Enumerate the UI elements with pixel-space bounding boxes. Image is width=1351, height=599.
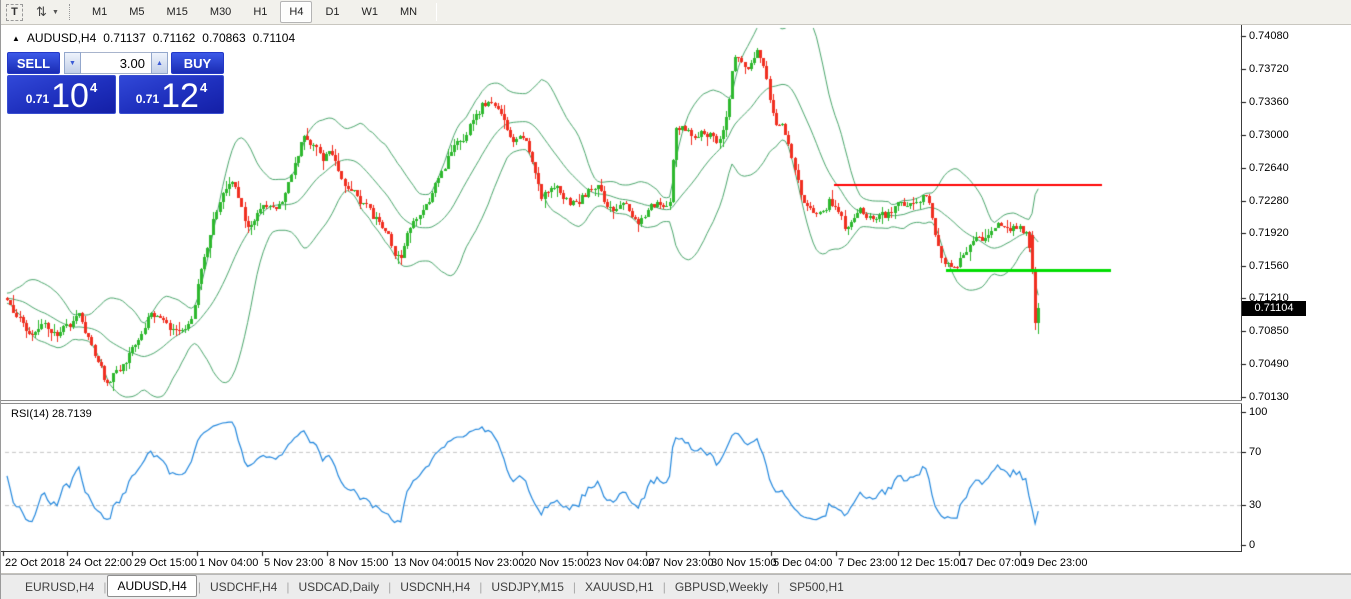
sell-price-big: 10 (51, 83, 89, 111)
pane-splitter[interactable] (1, 400, 1242, 404)
time-tick-label: 5 Nov 23:00 (264, 557, 323, 569)
time-tick-label: 17 Dec 07:00 (961, 557, 1026, 569)
price-tick-label: 0.73360 (1249, 96, 1289, 108)
mt4-window: T ⇅ ▼ M1M5M15M30H1H4D1W1MN ▲ AUDUSD,H4 0… (0, 0, 1351, 599)
buy-price-small: 0.71 (136, 92, 159, 106)
time-tick-label: 8 Nov 15:00 (329, 557, 388, 569)
sell-price-button[interactable]: 0.71 10 4 (7, 75, 116, 114)
buy-price-sup: 4 (200, 80, 207, 95)
time-tick-label: 30 Nov 15:00 (711, 557, 776, 569)
timeframe-button-h1[interactable]: H1 (244, 1, 276, 23)
price-axis-border (1241, 25, 1242, 552)
tab-separator: | (198, 580, 201, 594)
time-tick-label: 12 Dec 15:00 (900, 557, 965, 569)
time-tick-label: 20 Nov 15:00 (524, 557, 589, 569)
one-click-trading-panel: SELL ▼ ▲ BUY 0.71 10 4 0.71 12 4 (7, 52, 225, 114)
toolbar-separator (436, 3, 437, 21)
rsi-level-label: 30 (1249, 499, 1261, 511)
tab-separator: | (573, 580, 576, 594)
buy-price-big: 12 (161, 83, 199, 111)
chart-tab-usdjpy[interactable]: USDJPY,M15 (483, 578, 571, 596)
chart-tab-usdcnh[interactable]: USDCNH,H4 (392, 578, 478, 596)
timeframe-buttons: M1M5M15M30H1H4D1W1MN (81, 1, 428, 23)
time-tick-label: 19 Dec 23:00 (1022, 557, 1087, 569)
rsi-level-label: 100 (1249, 406, 1267, 418)
timeframe-button-m15[interactable]: M15 (158, 1, 197, 23)
chart-tab-eurusd[interactable]: EURUSD,H4 (17, 578, 102, 596)
chart-tab-usdchf[interactable]: USDCHF,H4 (202, 578, 285, 596)
timeframe-button-w1[interactable]: W1 (353, 1, 388, 23)
arrows-tool-icon[interactable]: ⇅ (33, 4, 50, 21)
chart-tab-bar: EURUSD,H4|AUDUSD,H4|USDCHF,H4|USDCAD,Dai… (1, 574, 1351, 599)
time-tick-label: 23 Nov 04:00 (589, 557, 654, 569)
price-tick-label: 0.71560 (1249, 260, 1289, 272)
time-tick-label: 29 Oct 15:00 (134, 557, 197, 569)
toolbar: T ⇅ ▼ M1M5M15M30H1H4D1W1MN (1, 0, 1351, 25)
time-tick-label: 15 Nov 23:00 (459, 557, 524, 569)
time-tick-label: 1 Nov 04:00 (199, 557, 258, 569)
title-close: 0.71104 (253, 31, 296, 45)
price-tick-label: 0.70490 (1249, 358, 1289, 370)
tab-separator: | (663, 580, 666, 594)
rsi-level-label: 70 (1249, 446, 1261, 458)
title-high: 0.71162 (153, 31, 196, 45)
title-open: 0.71137 (103, 31, 146, 45)
time-tick-label: 7 Dec 23:00 (838, 557, 897, 569)
title-symbol: AUDUSD,H4 (27, 31, 96, 45)
rsi-level-label: 0 (1249, 539, 1255, 551)
chart-tab-audusd[interactable]: AUDUSD,H4 (107, 575, 196, 597)
tab-separator: | (777, 580, 780, 594)
title-low: 0.70863 (202, 31, 245, 45)
price-tick-label: 0.70130 (1249, 391, 1289, 403)
time-tick-label: 22 Oct 2018 (5, 557, 65, 569)
chart-tab-sp500[interactable]: SP500,H1 (781, 578, 852, 596)
rsi-pane-border (1, 551, 1242, 552)
chart-tab-xauusd[interactable]: XAUUSD,H1 (577, 578, 662, 596)
toolbar-grip[interactable] (69, 4, 73, 20)
price-tick-label: 0.73720 (1249, 63, 1289, 75)
timeframe-button-m5[interactable]: M5 (120, 1, 153, 23)
chevron-down-icon[interactable]: ▼ (52, 9, 59, 16)
panel-collapse-icon[interactable]: ▲ (12, 34, 20, 43)
sell-button[interactable]: SELL (7, 52, 60, 74)
time-tick-label: 24 Oct 22:00 (69, 557, 132, 569)
tab-separator: | (286, 580, 289, 594)
chart-title: ▲ AUDUSD,H4 0.71137 0.71162 0.70863 0.71… (12, 31, 295, 45)
sell-price-sup: 4 (90, 80, 97, 95)
tab-separator: | (103, 580, 106, 594)
current-price-badge: 0.71104 (1242, 301, 1306, 316)
chart-window: ▲ AUDUSD,H4 0.71137 0.71162 0.70863 0.71… (1, 25, 1351, 574)
sell-price-small: 0.71 (26, 92, 49, 106)
volume-input[interactable] (81, 52, 151, 74)
price-tick-label: 0.74080 (1249, 30, 1289, 42)
chart-tab-gbpusd[interactable]: GBPUSD,Weekly (667, 578, 776, 596)
text-tool-icon[interactable]: T (6, 4, 23, 21)
timeframe-button-m30[interactable]: M30 (201, 1, 240, 23)
price-tick-label: 0.72640 (1249, 162, 1289, 174)
volume-decrease-button[interactable]: ▼ (64, 52, 81, 74)
price-tick-label: 0.71920 (1249, 227, 1289, 239)
timeframe-button-h4[interactable]: H4 (280, 1, 312, 23)
rsi-indicator-label: RSI(14) 28.7139 (11, 408, 92, 420)
price-tick-label: 0.70850 (1249, 325, 1289, 337)
timeframe-button-mn[interactable]: MN (391, 1, 426, 23)
tab-separator: | (388, 580, 391, 594)
buy-button[interactable]: BUY (171, 52, 224, 74)
buy-price-button[interactable]: 0.71 12 4 (119, 75, 224, 114)
volume-increase-button[interactable]: ▲ (151, 52, 168, 74)
timeframe-button-d1[interactable]: D1 (316, 1, 348, 23)
tab-separator: | (479, 580, 482, 594)
time-tick-label: 13 Nov 04:00 (394, 557, 459, 569)
time-tick-label: 5 Dec 04:00 (773, 557, 832, 569)
timeframe-button-m1[interactable]: M1 (83, 1, 116, 23)
price-tick-label: 0.72280 (1249, 195, 1289, 207)
price-tick-label: 0.73000 (1249, 129, 1289, 141)
chart-tab-usdcad[interactable]: USDCAD,Daily (290, 578, 387, 596)
time-tick-label: 27 Nov 23:00 (648, 557, 713, 569)
